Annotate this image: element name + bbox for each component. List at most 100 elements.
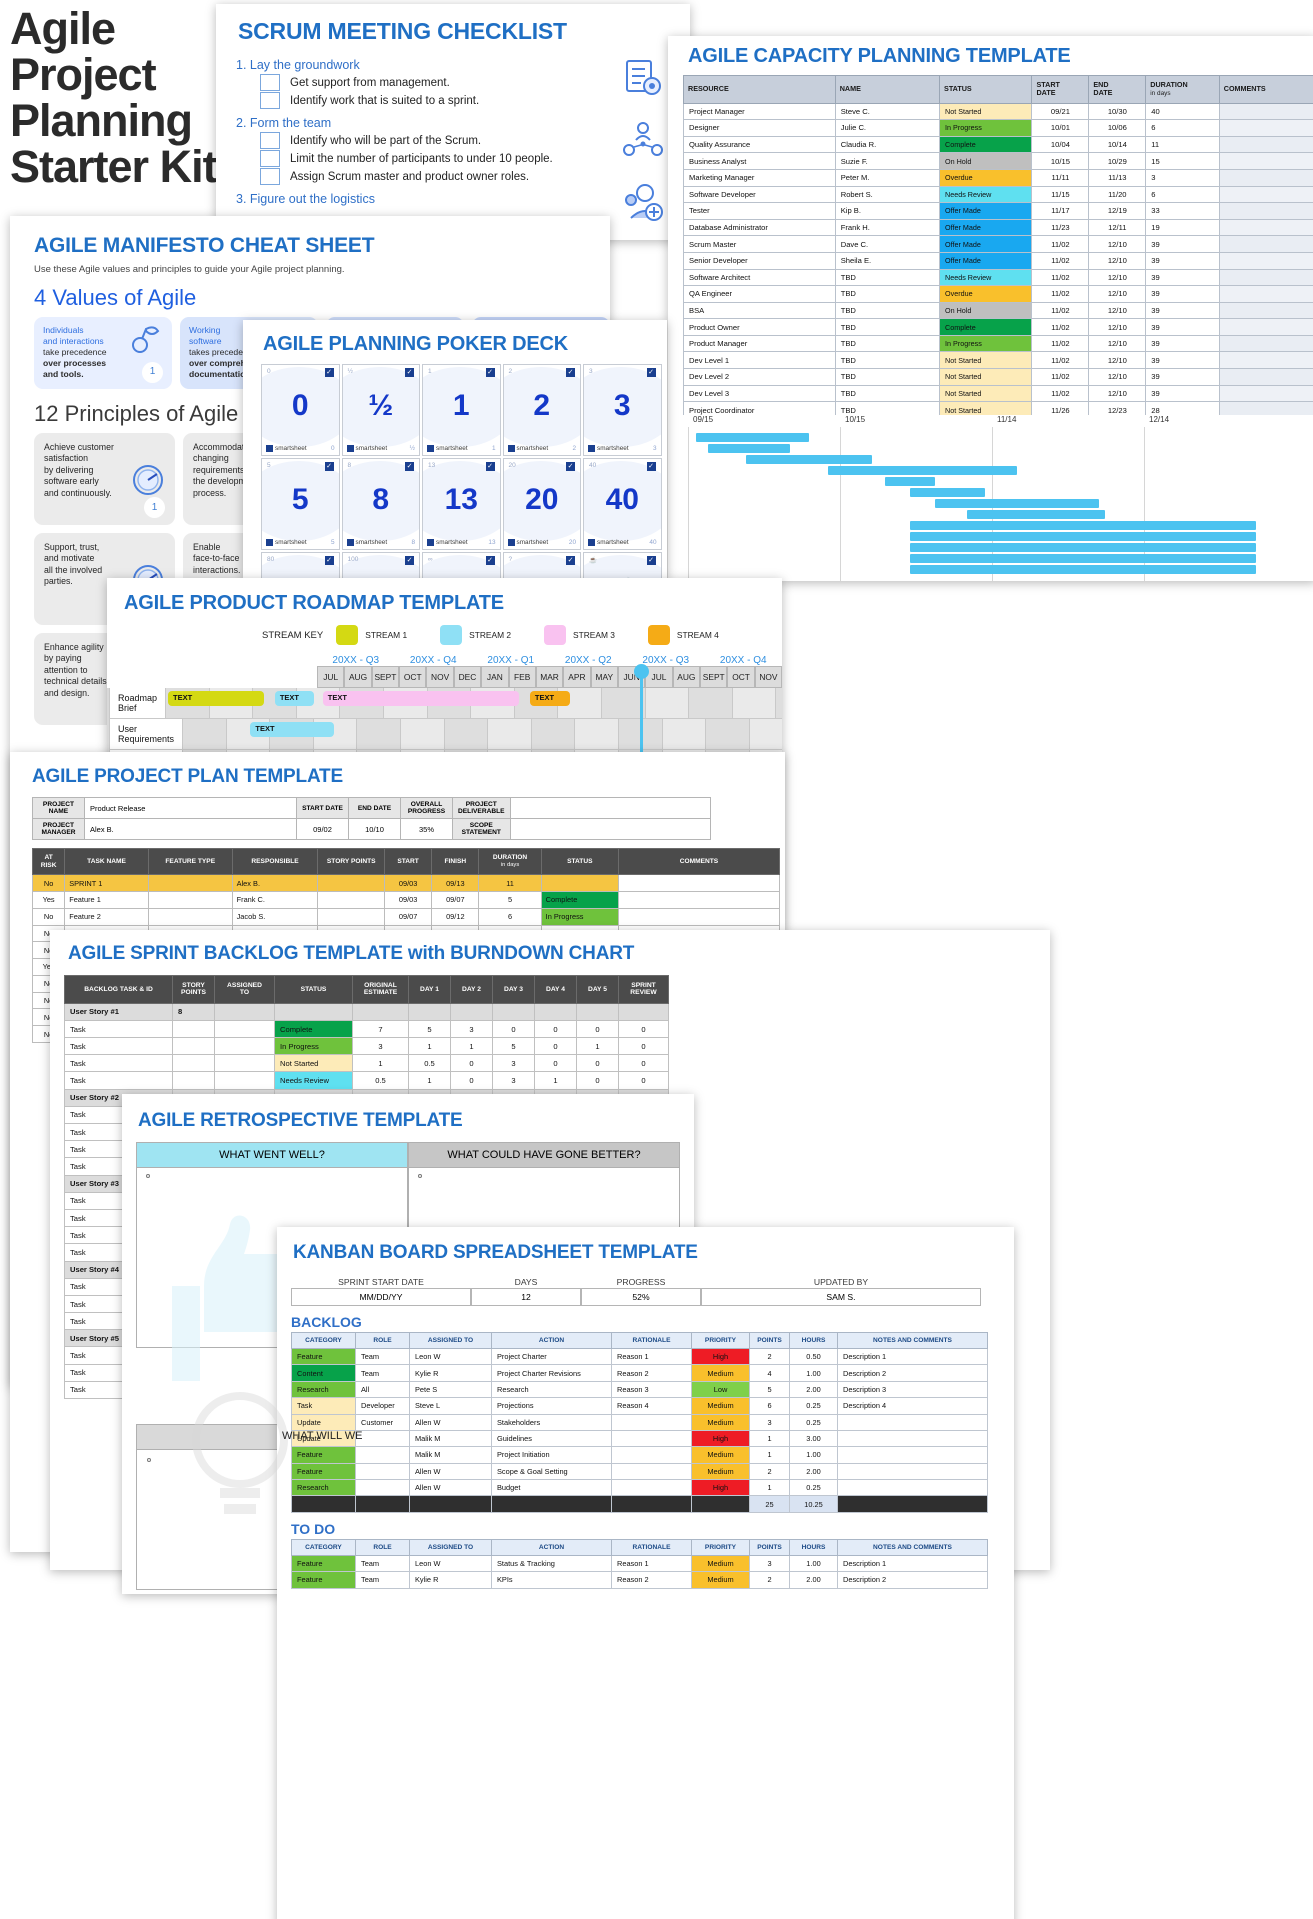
timeline-cell[interactable] xyxy=(706,719,750,750)
duration-cell: 39 xyxy=(1145,318,1220,336)
column-header-task-name: TASK NAME xyxy=(64,847,149,876)
comments-cell[interactable] xyxy=(617,874,781,892)
timeline-cell[interactable] xyxy=(488,719,532,750)
bullet-icon xyxy=(146,1174,150,1178)
project-name-value[interactable]: Product Release xyxy=(84,797,297,819)
comments-cell[interactable] xyxy=(1218,285,1313,303)
comments-cell[interactable] xyxy=(1218,368,1313,386)
poker-card-½[interactable]: ½ ✓ ½ smartsheet ½ xyxy=(341,364,420,456)
poker-card-5[interactable]: 5 ✓ 5 smartsheet 5 xyxy=(261,458,340,550)
checkbox-icon[interactable] xyxy=(260,74,280,91)
timeline-cell[interactable] xyxy=(357,719,401,750)
comments-cell[interactable] xyxy=(1218,185,1313,204)
poker-card-40[interactable]: 40 ✓ 40 smartsheet 40 xyxy=(583,458,662,550)
brand-label: smartsheet xyxy=(597,445,629,452)
name-cell: Peter M. xyxy=(834,168,941,187)
checkbox-icon[interactable] xyxy=(260,92,280,109)
comments-cell[interactable] xyxy=(1218,318,1313,336)
comments-cell[interactable] xyxy=(617,907,781,926)
priority-badge: Medium xyxy=(691,1571,750,1589)
timeline-cell[interactable] xyxy=(689,688,733,719)
name-cell: Robert S. xyxy=(834,185,941,204)
start-date-value[interactable]: 09/02 xyxy=(296,818,349,840)
card-footer-value: 20 xyxy=(568,539,576,546)
poker-card-100[interactable]: 100✓100smartsheet100 xyxy=(341,552,420,580)
timeline-cell[interactable] xyxy=(400,719,445,750)
comments-cell[interactable] xyxy=(1218,218,1313,237)
notes-cell: Description 2 xyxy=(837,1571,988,1589)
poker-card-8[interactable]: 8 ✓ 8 smartsheet 8 xyxy=(341,458,420,550)
comments-cell[interactable] xyxy=(617,890,781,909)
poker-card-∞[interactable]: ∞✓∞smartsheet∞ xyxy=(422,552,501,580)
timeline-cell[interactable] xyxy=(531,719,576,750)
card-value: 100 xyxy=(343,553,420,580)
timeline-cell[interactable] xyxy=(444,719,489,750)
timeline-cell[interactable] xyxy=(183,719,227,750)
timeline-cell[interactable] xyxy=(749,719,782,750)
checkbox-icon[interactable] xyxy=(260,168,280,185)
poker-card-80[interactable]: 80✓80smartsheet80 xyxy=(261,552,340,580)
column-header-category: CATEGORY xyxy=(291,1332,356,1349)
retrospective-column-headers: WHAT WENT WELL? WHAT COULD HAVE GONE BETT… xyxy=(136,1142,694,1168)
comments-cell[interactable] xyxy=(1218,168,1313,187)
comments-cell[interactable] xyxy=(1218,251,1313,270)
name-cell: TBD xyxy=(834,268,941,287)
end-date-cell: 12/10 xyxy=(1088,251,1147,270)
timeline-cell[interactable] xyxy=(662,719,707,750)
poker-card-☕[interactable]: ☕✓☕smartsheet☕ xyxy=(583,552,662,580)
role-cell xyxy=(355,1446,410,1464)
comments-cell[interactable] xyxy=(1218,119,1313,137)
poker-card-2[interactable]: 2 ✓ 2 smartsheet 2 xyxy=(502,364,581,456)
comments-cell[interactable] xyxy=(1218,384,1313,403)
poker-card-3[interactable]: 3 ✓ 3 smartsheet 3 xyxy=(583,364,662,456)
poker-card-20[interactable]: 20 ✓ 20 smartsheet 20 xyxy=(502,458,581,550)
updated-by-value[interactable]: SAM S. xyxy=(701,1288,981,1306)
checkbox-icon[interactable] xyxy=(260,150,280,167)
timeline-cell[interactable] xyxy=(645,688,690,719)
poker-card-?[interactable]: ?✓?smartsheet? xyxy=(502,552,581,580)
comments-cell[interactable] xyxy=(1218,102,1313,121)
column-header-day-: DAY 2 xyxy=(450,975,493,1004)
poker-card-0[interactable]: 0 ✓ 0 smartsheet 0 xyxy=(261,364,340,456)
roadmap-bar[interactable]: TEXT xyxy=(322,691,520,706)
roadmap-bar[interactable]: TEXT xyxy=(168,691,265,706)
days-value[interactable]: 12 xyxy=(471,1288,581,1306)
resource-cell: Product Manager xyxy=(683,334,836,353)
comments-cell[interactable] xyxy=(1218,152,1313,170)
roadmap-bar[interactable]: TEXT xyxy=(274,691,315,706)
rationale-cell: Reason 1 xyxy=(611,1347,692,1366)
roadmap-bar[interactable]: TEXT xyxy=(529,691,570,706)
scope-statement-value[interactable] xyxy=(509,818,711,840)
poker-card-1[interactable]: 1 ✓ 1 smartsheet 1 xyxy=(422,364,501,456)
assigned-to-cell: Allen W xyxy=(409,1462,492,1481)
comments-cell[interactable] xyxy=(1218,334,1313,353)
resource-cell: Dev Level 3 xyxy=(683,384,836,403)
comments-cell[interactable] xyxy=(1218,351,1313,370)
comments-cell[interactable] xyxy=(1218,235,1313,253)
responsible-cell: Frank C. xyxy=(231,890,319,909)
assigned-to-cell: Allen W xyxy=(409,1478,492,1497)
timeline-cell[interactable] xyxy=(575,719,619,750)
roadmap-bar[interactable]: TEXT xyxy=(250,722,334,737)
progress-value[interactable]: 52% xyxy=(581,1288,701,1306)
total-hours: 10.25 xyxy=(789,1495,838,1513)
comments-cell[interactable] xyxy=(1218,202,1313,220)
overall-progress-value[interactable]: 35% xyxy=(400,818,453,840)
card-value: ∞ xyxy=(423,553,500,580)
checkbox-icon[interactable] xyxy=(260,132,280,149)
timeline-cell[interactable] xyxy=(732,688,777,719)
comments-cell[interactable] xyxy=(1218,135,1313,154)
sprint-start-date-value[interactable]: MM/DD/YY xyxy=(291,1288,471,1306)
project-deliverable-value[interactable] xyxy=(509,797,711,819)
comments-cell[interactable] xyxy=(1218,301,1313,320)
month-cell: NOV xyxy=(426,666,454,688)
name-cell: Dave C. xyxy=(834,235,941,253)
end-date-value[interactable]: 10/10 xyxy=(348,818,401,840)
responsible-cell: Alex B. xyxy=(231,874,319,892)
comments-cell[interactable] xyxy=(1218,268,1313,287)
poker-card-13[interactable]: 13 ✓ 13 smartsheet 13 xyxy=(422,458,501,550)
project-manager-value[interactable]: Alex B. xyxy=(84,818,297,840)
smartsheet-logo: smartsheet xyxy=(588,445,629,452)
timeline-cell[interactable] xyxy=(776,688,782,719)
points-cell: 4 xyxy=(749,1364,790,1382)
